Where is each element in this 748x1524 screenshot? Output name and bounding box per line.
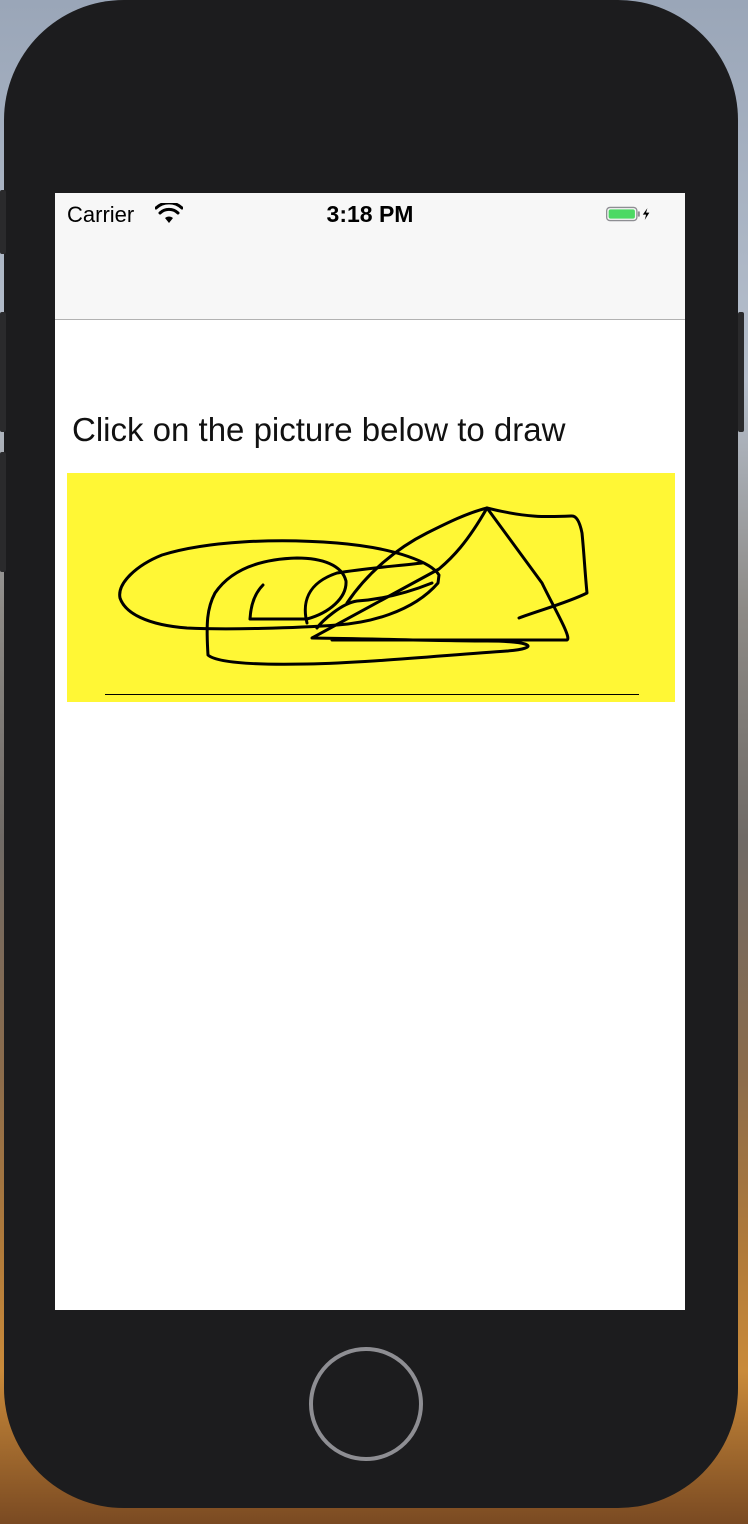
drawing-canvas[interactable] [67, 473, 675, 702]
signature-baseline [105, 694, 639, 695]
volume-up-button [0, 312, 6, 432]
status-time: 3:18 PM [326, 201, 414, 227]
power-button [738, 312, 744, 432]
status-bar: Carrier 3:18 PM [55, 193, 685, 235]
instruction-label: Click on the picture below to draw [72, 411, 566, 448]
mute-switch [0, 190, 6, 254]
navigation-bar [55, 235, 685, 320]
app-screen: Carrier 3:18 PM Click on the picture bel… [55, 193, 685, 1310]
drawing-strokes [118, 506, 589, 666]
battery-charging-icon [606, 206, 650, 222]
home-button[interactable] [309, 1347, 423, 1461]
volume-down-button [0, 452, 6, 572]
